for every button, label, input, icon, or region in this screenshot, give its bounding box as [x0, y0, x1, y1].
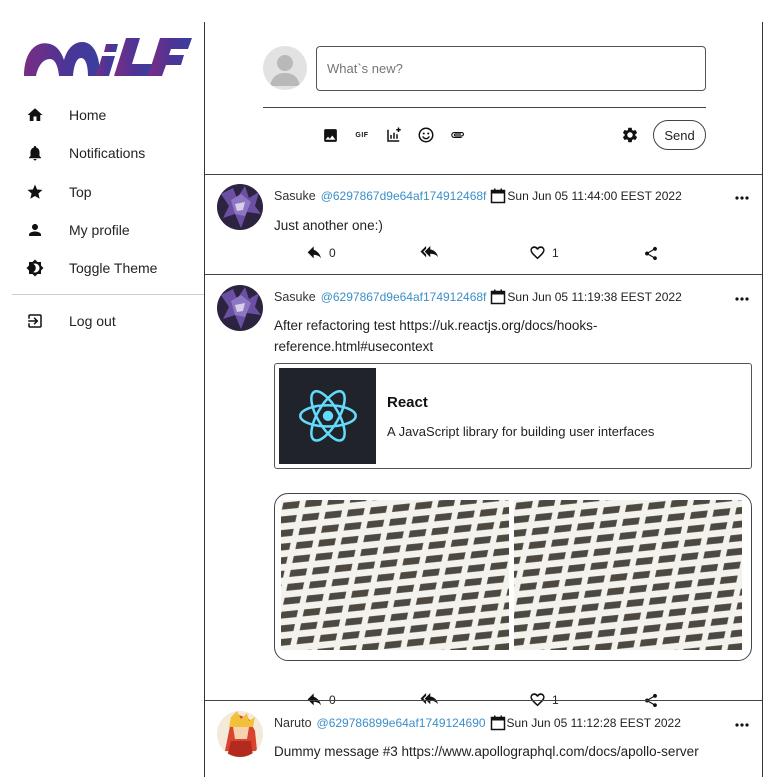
- poll-icon[interactable]: [383, 124, 405, 146]
- post-handle[interactable]: @6297867d9e64af174912468f: [321, 290, 487, 304]
- post-image[interactable]: [514, 500, 742, 650]
- main-feed: GIF Send Sasuke @6297867d9e64af1: [204, 22, 763, 777]
- post-text-line: Dummy message #3 https://www.apollograph…: [274, 744, 699, 759]
- calendar-icon: [490, 289, 506, 305]
- heart-icon: [530, 246, 545, 260]
- reply-count: 0: [329, 246, 336, 260]
- person-icon: [24, 219, 46, 241]
- post-header: Sasuke @6297867d9e64af174912468f Sun Jun…: [274, 288, 682, 306]
- sidebar-item-my-profile[interactable]: My profile: [24, 218, 130, 242]
- link-preview-card[interactable]: React A JavaScript library for building …: [274, 363, 752, 469]
- attach-icon[interactable]: [447, 124, 469, 146]
- avatar[interactable]: [217, 184, 263, 230]
- post-author[interactable]: Sasuke: [274, 290, 316, 304]
- link-preview-description: A JavaScript library for building user i…: [387, 424, 655, 439]
- calendar-icon: [490, 715, 506, 731]
- post-author[interactable]: Sasuke: [274, 189, 316, 203]
- sidebar-item-log-out[interactable]: Log out: [24, 309, 116, 333]
- reply-all-button[interactable]: [420, 243, 442, 263]
- post-image[interactable]: [281, 500, 509, 650]
- image-gallery: [274, 493, 752, 661]
- gif-label: GIF: [355, 131, 369, 139]
- star-icon: [24, 181, 46, 203]
- post-text-line: After refactoring test https://uk.reactj…: [274, 318, 598, 333]
- sidebar-item-label: Top: [69, 184, 92, 200]
- sidebar-item-top[interactable]: Top: [24, 180, 92, 204]
- sidebar-item-label: Notifications: [69, 145, 146, 161]
- image-icon[interactable]: [319, 124, 341, 146]
- sidebar-item-toggle-theme[interactable]: Toggle Theme: [24, 256, 157, 280]
- post-text: Dummy message #3 https://www.apollograph…: [274, 741, 744, 762]
- calendar-icon: [490, 188, 506, 204]
- bell-icon: [24, 142, 46, 164]
- home-icon: [24, 104, 46, 126]
- send-button[interactable]: Send: [653, 120, 706, 150]
- post-text-line: Just another one:): [274, 218, 383, 233]
- emoji-icon[interactable]: [415, 124, 437, 146]
- logout-icon: [24, 310, 46, 332]
- post-item[interactable]: Sasuke @6297867d9e64af174912468f Sun Jun…: [205, 175, 762, 273]
- new-post-input[interactable]: [316, 46, 706, 91]
- sidebar-item-notifications[interactable]: Notifications: [24, 141, 145, 165]
- like-button[interactable]: 1: [529, 243, 559, 263]
- post-text: Just another one:): [274, 215, 744, 236]
- more-options-icon[interactable]: [732, 292, 752, 306]
- sidebar-item-label: Home: [69, 107, 107, 123]
- reply-all-icon: [420, 246, 438, 258]
- post-author[interactable]: Naruto: [274, 716, 312, 730]
- post-text: After refactoring test https://uk.reactj…: [274, 315, 744, 357]
- brightness-icon: [24, 257, 46, 279]
- react-logo: [279, 368, 376, 464]
- avatar[interactable]: [263, 46, 307, 90]
- sidebar-item-home[interactable]: Home: [24, 103, 106, 127]
- share-button[interactable]: [643, 243, 659, 263]
- more-options-icon[interactable]: [732, 191, 752, 205]
- composer-divider: [263, 107, 706, 108]
- gif-icon[interactable]: GIF: [351, 124, 373, 146]
- post-date: Sun Jun 05 11:19:38 EEST 2022: [507, 290, 682, 304]
- sidebar: Home Notifications Top My profile Toggle…: [0, 0, 204, 777]
- post-text-line: reference.html#usecontext: [274, 339, 434, 354]
- link-preview-title: React: [387, 394, 428, 411]
- post-date: Sun Jun 05 11:44:00 EEST 2022: [507, 189, 682, 203]
- like-count: 1: [552, 246, 559, 260]
- avatar[interactable]: [217, 711, 263, 757]
- more-options-icon[interactable]: [732, 718, 752, 732]
- reply-button[interactable]: 0: [307, 243, 336, 263]
- sidebar-divider: [12, 294, 204, 295]
- sidebar-item-label: Log out: [69, 313, 116, 329]
- avatar[interactable]: [217, 285, 263, 331]
- sidebar-item-label: Toggle Theme: [69, 260, 158, 276]
- post-item[interactable]: Naruto @629786899e64af1749124690 Sun Jun…: [205, 701, 762, 777]
- post-header: Naruto @629786899e64af1749124690 Sun Jun…: [274, 714, 681, 732]
- app-logo[interactable]: [22, 30, 194, 82]
- post-composer: GIF Send: [205, 22, 762, 174]
- reply-icon: [307, 246, 321, 259]
- post-date: Sun Jun 05 11:12:28 EEST 2022: [506, 716, 681, 730]
- post-handle[interactable]: @629786899e64af1749124690: [317, 716, 486, 730]
- post-header: Sasuke @6297867d9e64af174912468f Sun Jun…: [274, 187, 682, 205]
- post-handle[interactable]: @6297867d9e64af174912468f: [321, 189, 487, 203]
- share-icon: [645, 246, 657, 260]
- settings-icon[interactable]: [619, 124, 641, 146]
- post-item[interactable]: Sasuke @6297867d9e64af174912468f Sun Jun…: [205, 275, 762, 707]
- sidebar-item-label: My profile: [69, 222, 130, 238]
